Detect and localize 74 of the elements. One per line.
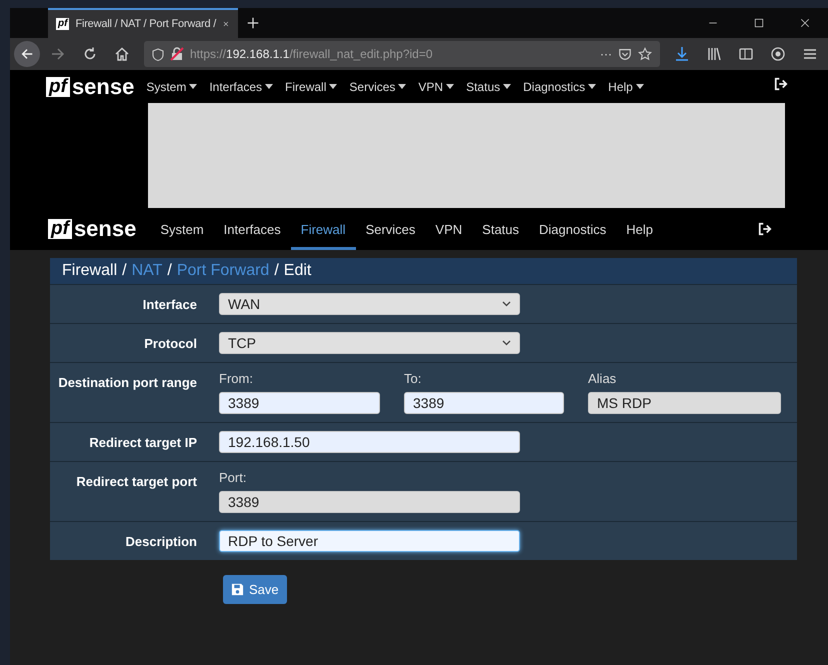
text-field[interactable]: 192.168.1.50 xyxy=(219,431,520,453)
nav-item[interactable]: Help xyxy=(616,208,663,250)
nav-menu[interactable]: Diagnostics xyxy=(523,80,596,94)
select-field[interactable]: TCP xyxy=(219,332,520,354)
save-button[interactable]: Save xyxy=(223,575,287,604)
url-text: https://192.168.1.1/firewall_nat_edit.php?id=0 xyxy=(190,47,434,61)
forward-icon[interactable] xyxy=(50,46,66,62)
field-caption: Alias xyxy=(588,371,618,386)
field-label: Description xyxy=(124,533,197,551)
back-button[interactable] xyxy=(14,41,40,67)
insecure-lock-icon xyxy=(170,47,184,61)
text-field[interactable]: MS RDP xyxy=(588,392,781,414)
text-field[interactable]: 3389 xyxy=(219,392,380,414)
maximize-icon[interactable] xyxy=(753,17,765,29)
sidebar-icon[interactable] xyxy=(738,46,754,62)
page-actions-button[interactable]: ··· xyxy=(600,47,612,61)
caret-icon xyxy=(588,84,596,89)
logout-icon[interactable] xyxy=(758,222,772,236)
nav-item[interactable]: Services xyxy=(356,208,426,250)
nav-menu[interactable]: Firewall xyxy=(285,80,338,94)
field-label: Protocol xyxy=(143,335,197,353)
caret-icon xyxy=(329,84,338,89)
nav-item[interactable]: Status xyxy=(472,208,530,250)
nav-item[interactable]: VPN xyxy=(425,208,472,250)
nav-item[interactable]: Firewall xyxy=(290,208,356,250)
caret-icon xyxy=(189,84,198,89)
home-icon[interactable] xyxy=(114,46,130,62)
breadcrumb-separator: / xyxy=(167,262,172,280)
back-icon xyxy=(20,47,34,61)
browser-tab[interactable]: Firewall / NAT / Port Forward / xyxy=(75,18,216,30)
text-field[interactable]: 3389 xyxy=(404,392,564,414)
field-caption: To: xyxy=(404,371,422,386)
caret-icon xyxy=(446,84,454,89)
breadcrumb-separator: / xyxy=(274,262,279,280)
text-field[interactable]: 3389 xyxy=(219,491,520,513)
nav-menu[interactable]: VPN xyxy=(418,80,454,94)
breadcrumb-text: Firewall xyxy=(62,262,118,280)
star-icon[interactable] xyxy=(638,47,652,61)
pfsense-logo[interactable]: pf sense xyxy=(46,76,134,98)
field-caption: Port: xyxy=(219,470,248,485)
nav-item[interactable]: Interfaces xyxy=(214,208,291,250)
text-field[interactable]: RDP to Server xyxy=(219,530,520,552)
favicon: pf xyxy=(56,18,70,30)
select-field[interactable]: WAN xyxy=(219,293,520,315)
download-icon[interactable] xyxy=(674,46,690,62)
nav-item[interactable]: System xyxy=(150,208,214,250)
nav-menu[interactable]: Services xyxy=(349,80,406,94)
field-label: Destination port range xyxy=(57,374,197,392)
nav-item[interactable]: Diagnostics xyxy=(529,208,616,250)
chevron-down-icon xyxy=(502,301,511,307)
caret-icon xyxy=(503,84,512,89)
nav-menu[interactable]: Help xyxy=(608,80,644,94)
chevron-down-icon xyxy=(502,340,511,346)
plus-icon[interactable] xyxy=(246,16,260,30)
close-icon[interactable] xyxy=(799,17,811,29)
field-label: Redirect target port xyxy=(75,473,197,491)
nav-menu[interactable]: Status xyxy=(466,80,512,94)
nav-menu[interactable]: Interfaces xyxy=(209,80,274,94)
logout-icon[interactable] xyxy=(774,77,788,91)
caret-icon xyxy=(636,84,644,89)
caret-icon xyxy=(398,84,406,89)
reload-icon[interactable] xyxy=(82,46,98,62)
field-label: Interface xyxy=(142,296,197,314)
pfsense-logo[interactable]: pf sense xyxy=(48,208,136,250)
floppy-icon xyxy=(231,583,244,596)
address-bar[interactable]: https://192.168.1.1/firewall_nat_edit.php?id=0 ··· xyxy=(144,41,660,67)
breadcrumb-separator: / xyxy=(122,262,127,280)
breadcrumb-text: Edit xyxy=(284,262,312,280)
field-caption: From: xyxy=(219,371,254,386)
nav-menu[interactable]: System xyxy=(146,80,198,94)
shield-icon xyxy=(152,48,164,60)
field-label: Redirect target IP xyxy=(88,434,197,452)
caret-icon xyxy=(265,84,274,89)
library-icon[interactable] xyxy=(706,46,722,62)
